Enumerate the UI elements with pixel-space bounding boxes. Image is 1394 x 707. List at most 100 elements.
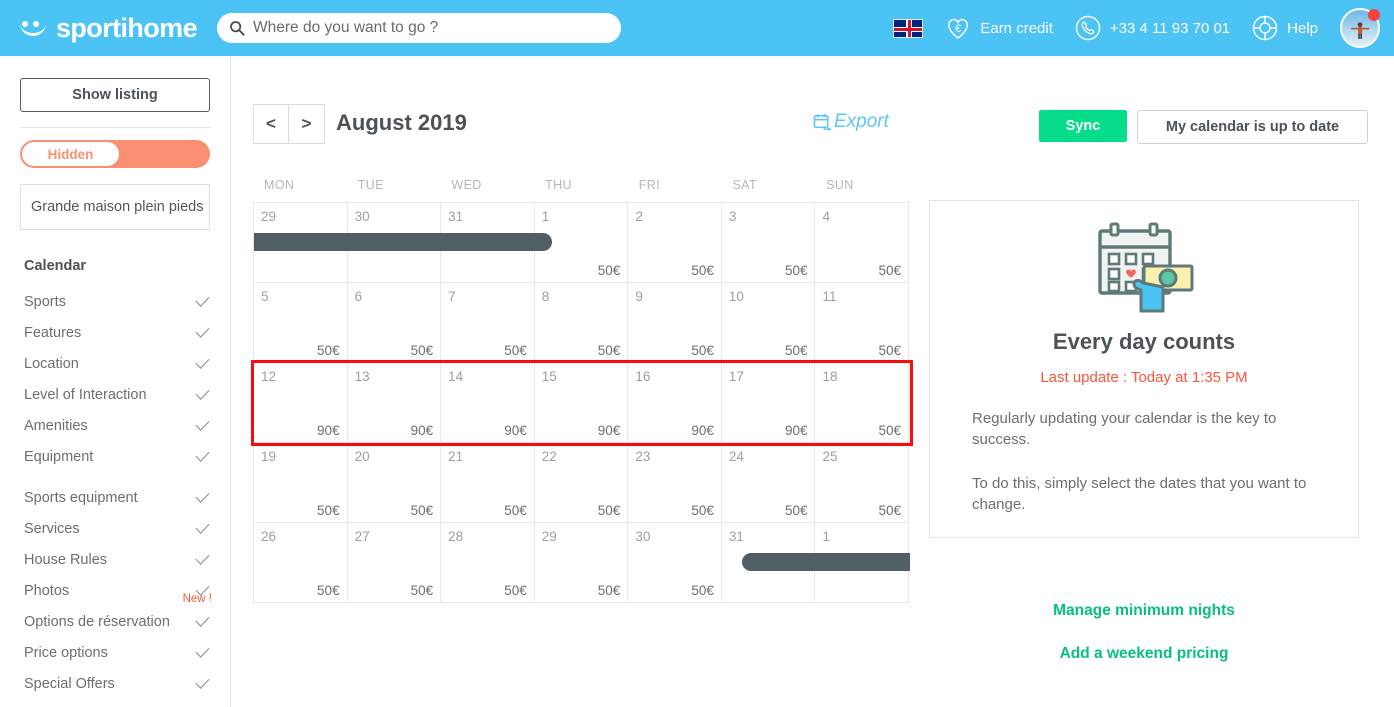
help-button[interactable]: Help bbox=[1252, 15, 1318, 41]
export-calendar-link[interactable]: Export bbox=[813, 111, 889, 133]
calendar-day-cell[interactable]: 4 50€ bbox=[815, 203, 910, 283]
sidebar-item-sports-equipment[interactable]: Sports equipment bbox=[0, 482, 230, 513]
calendar-day-cell[interactable]: 27 50€ bbox=[347, 523, 442, 603]
calendar-day-cell[interactable]: 16 90€ bbox=[628, 363, 722, 443]
calendar-day-cell[interactable]: 18 50€ bbox=[815, 363, 910, 443]
sidebar-item-label: Options de réservation bbox=[24, 613, 170, 630]
calendar-day-cell[interactable]: 23 50€ bbox=[628, 443, 722, 523]
calendar-day-cell[interactable]: 24 50€ bbox=[721, 443, 816, 523]
earn-credit-button[interactable]: € Earn credit bbox=[945, 16, 1053, 40]
calendar-day-cell[interactable]: 29 bbox=[254, 203, 348, 283]
next-month-button[interactable]: > bbox=[289, 104, 325, 144]
calendar-day-cell[interactable]: 10 50€ bbox=[721, 283, 816, 363]
search-input[interactable]: Where do you want to go ? bbox=[253, 19, 438, 37]
calendar-day-cell[interactable]: 6 50€ bbox=[347, 283, 442, 363]
calendar-day-cell[interactable]: 31 bbox=[721, 523, 816, 603]
calendar-day-cell[interactable]: 15 90€ bbox=[534, 363, 629, 443]
avatar-person-icon bbox=[1351, 22, 1370, 40]
sidebar-item-label: Sports bbox=[24, 293, 66, 310]
calendar-day-cell[interactable]: 12 90€ bbox=[254, 363, 348, 443]
sidebar-item-label: Equipment bbox=[24, 448, 94, 465]
sidebar-item-price-options[interactable]: Price options bbox=[0, 637, 230, 668]
calendar-day-cell[interactable]: 17 90€ bbox=[721, 363, 816, 443]
sidebar-divider bbox=[20, 127, 210, 128]
day-number: 28 bbox=[448, 529, 464, 544]
prev-month-button[interactable]: < bbox=[253, 104, 289, 144]
smiley-logo-icon bbox=[20, 17, 54, 39]
panel-link-add-a-weekend-pricing[interactable]: Add a weekend pricing bbox=[929, 645, 1359, 663]
sidebar-item-options-de-r-servation[interactable]: Options de réservation New ! bbox=[0, 593, 230, 637]
calendar-day-cell[interactable]: 26 50€ bbox=[254, 523, 348, 603]
calendar-up-to-date-button[interactable]: My calendar is up to date bbox=[1137, 110, 1368, 144]
sidebar-item-equipment[interactable]: Equipment bbox=[0, 441, 230, 472]
show-listing-button[interactable]: Show listing bbox=[20, 78, 210, 112]
day-number: 27 bbox=[354, 529, 370, 544]
phone-contact[interactable]: +33 4 11 93 70 01 bbox=[1075, 15, 1230, 41]
sidebar: Show listing Hidden Grande maison plein … bbox=[0, 56, 231, 707]
day-number: 24 bbox=[728, 449, 744, 464]
user-avatar[interactable] bbox=[1340, 8, 1380, 48]
panel-link-manage-minimum-nights[interactable]: Manage minimum nights bbox=[929, 602, 1359, 620]
listing-selector[interactable]: Grande maison plein pieds bbox=[20, 184, 210, 230]
day-number: 12 bbox=[261, 369, 277, 384]
day-number: 19 bbox=[261, 449, 277, 464]
calendar-day-cell[interactable]: 1 50€ bbox=[534, 203, 629, 283]
notification-badge[interactable] bbox=[1368, 9, 1380, 21]
day-number: 4 bbox=[822, 209, 830, 224]
sidebar-item-amenities[interactable]: Amenities bbox=[0, 410, 230, 441]
sidebar-item-house-rules[interactable]: House Rules bbox=[0, 544, 230, 575]
calendar-day-cell[interactable]: 19 50€ bbox=[254, 443, 348, 523]
brand-logo[interactable]: sportihome bbox=[20, 14, 198, 42]
uk-flag-icon bbox=[893, 18, 924, 38]
check-icon bbox=[195, 327, 210, 338]
day-number: 20 bbox=[354, 449, 370, 464]
calendar-day-cell[interactable]: 8 50€ bbox=[534, 283, 629, 363]
calendar-day-cell[interactable]: 28 50€ bbox=[441, 523, 535, 603]
calendar-day-cell[interactable]: 29 50€ bbox=[534, 523, 629, 603]
sidebar-item-location[interactable]: Location bbox=[0, 348, 230, 379]
calendar-day-cell[interactable]: 11 50€ bbox=[815, 283, 910, 363]
calendar-day-cell[interactable]: 1 bbox=[815, 523, 910, 603]
calendar-day-cell[interactable]: 21 50€ bbox=[441, 443, 535, 523]
sidebar-item-services[interactable]: Services bbox=[0, 513, 230, 544]
sidebar-item-special-offers[interactable]: Special Offers bbox=[0, 668, 230, 699]
sidebar-item-level-of-interaction[interactable]: Level of Interaction bbox=[0, 379, 230, 410]
panel-title: Every day counts bbox=[1052, 329, 1236, 354]
calendar-day-cell[interactable]: 3 50€ bbox=[721, 203, 816, 283]
sync-button[interactable]: Sync bbox=[1039, 110, 1127, 142]
search-bar[interactable]: Where do you want to go ? bbox=[217, 13, 622, 43]
sidebar-item-label: Amenities bbox=[24, 417, 88, 434]
day-number: 2 bbox=[635, 209, 643, 224]
calendar-day-cell[interactable]: 31 bbox=[441, 203, 535, 283]
calendar-day-cell[interactable]: 7 50€ bbox=[441, 283, 535, 363]
day-price: 50€ bbox=[317, 583, 340, 598]
calendar-day-cell[interactable]: 9 50€ bbox=[628, 283, 722, 363]
calendar-week-row: 5 50€ 6 50€ 7 50€ 8 50€ 9 50€ 10 50€ 11 50€ bbox=[254, 283, 910, 363]
calendar-grid: 29 30 31 1 50€ 2 50€ 3 50€ 4 50€ 5 50€ 6 50€ 7 50€ 8 50€ 9 5… bbox=[251, 202, 913, 603]
check-icon bbox=[195, 523, 210, 534]
calendar-day-cell[interactable]: 14 90€ bbox=[441, 363, 535, 443]
sidebar-item-label: Photos bbox=[24, 582, 70, 599]
weekday-wed: WED bbox=[451, 178, 482, 192]
weekday-fri: FRI bbox=[638, 178, 661, 192]
calendar-day-cell[interactable]: 2 50€ bbox=[628, 203, 722, 283]
language-switcher[interactable] bbox=[893, 18, 924, 38]
calendar-toolbar: < > August 2019 Export Sync My calendar … bbox=[231, 56, 1394, 144]
calendar-day-cell[interactable]: 13 90€ bbox=[347, 363, 442, 443]
day-price: 90€ bbox=[504, 423, 527, 438]
calendar-day-cell[interactable]: 5 50€ bbox=[254, 283, 348, 363]
calendar-export-icon bbox=[813, 113, 832, 131]
calendar-day-cell[interactable]: 30 50€ bbox=[628, 523, 722, 603]
visibility-toggle[interactable]: Hidden bbox=[20, 140, 210, 168]
calendar-day-cell[interactable]: 30 bbox=[347, 203, 442, 283]
weekday-tue: TUE bbox=[357, 178, 384, 192]
new-badge: New ! bbox=[182, 593, 212, 605]
sidebar-item-sports[interactable]: Sports bbox=[0, 286, 230, 317]
day-number: 23 bbox=[635, 449, 651, 464]
day-number: 15 bbox=[541, 369, 557, 384]
day-number: 29 bbox=[261, 209, 277, 224]
calendar-day-cell[interactable]: 22 50€ bbox=[534, 443, 629, 523]
sidebar-item-features[interactable]: Features bbox=[0, 317, 230, 348]
calendar-day-cell[interactable]: 20 50€ bbox=[347, 443, 442, 523]
calendar-day-cell[interactable]: 25 50€ bbox=[815, 443, 910, 523]
